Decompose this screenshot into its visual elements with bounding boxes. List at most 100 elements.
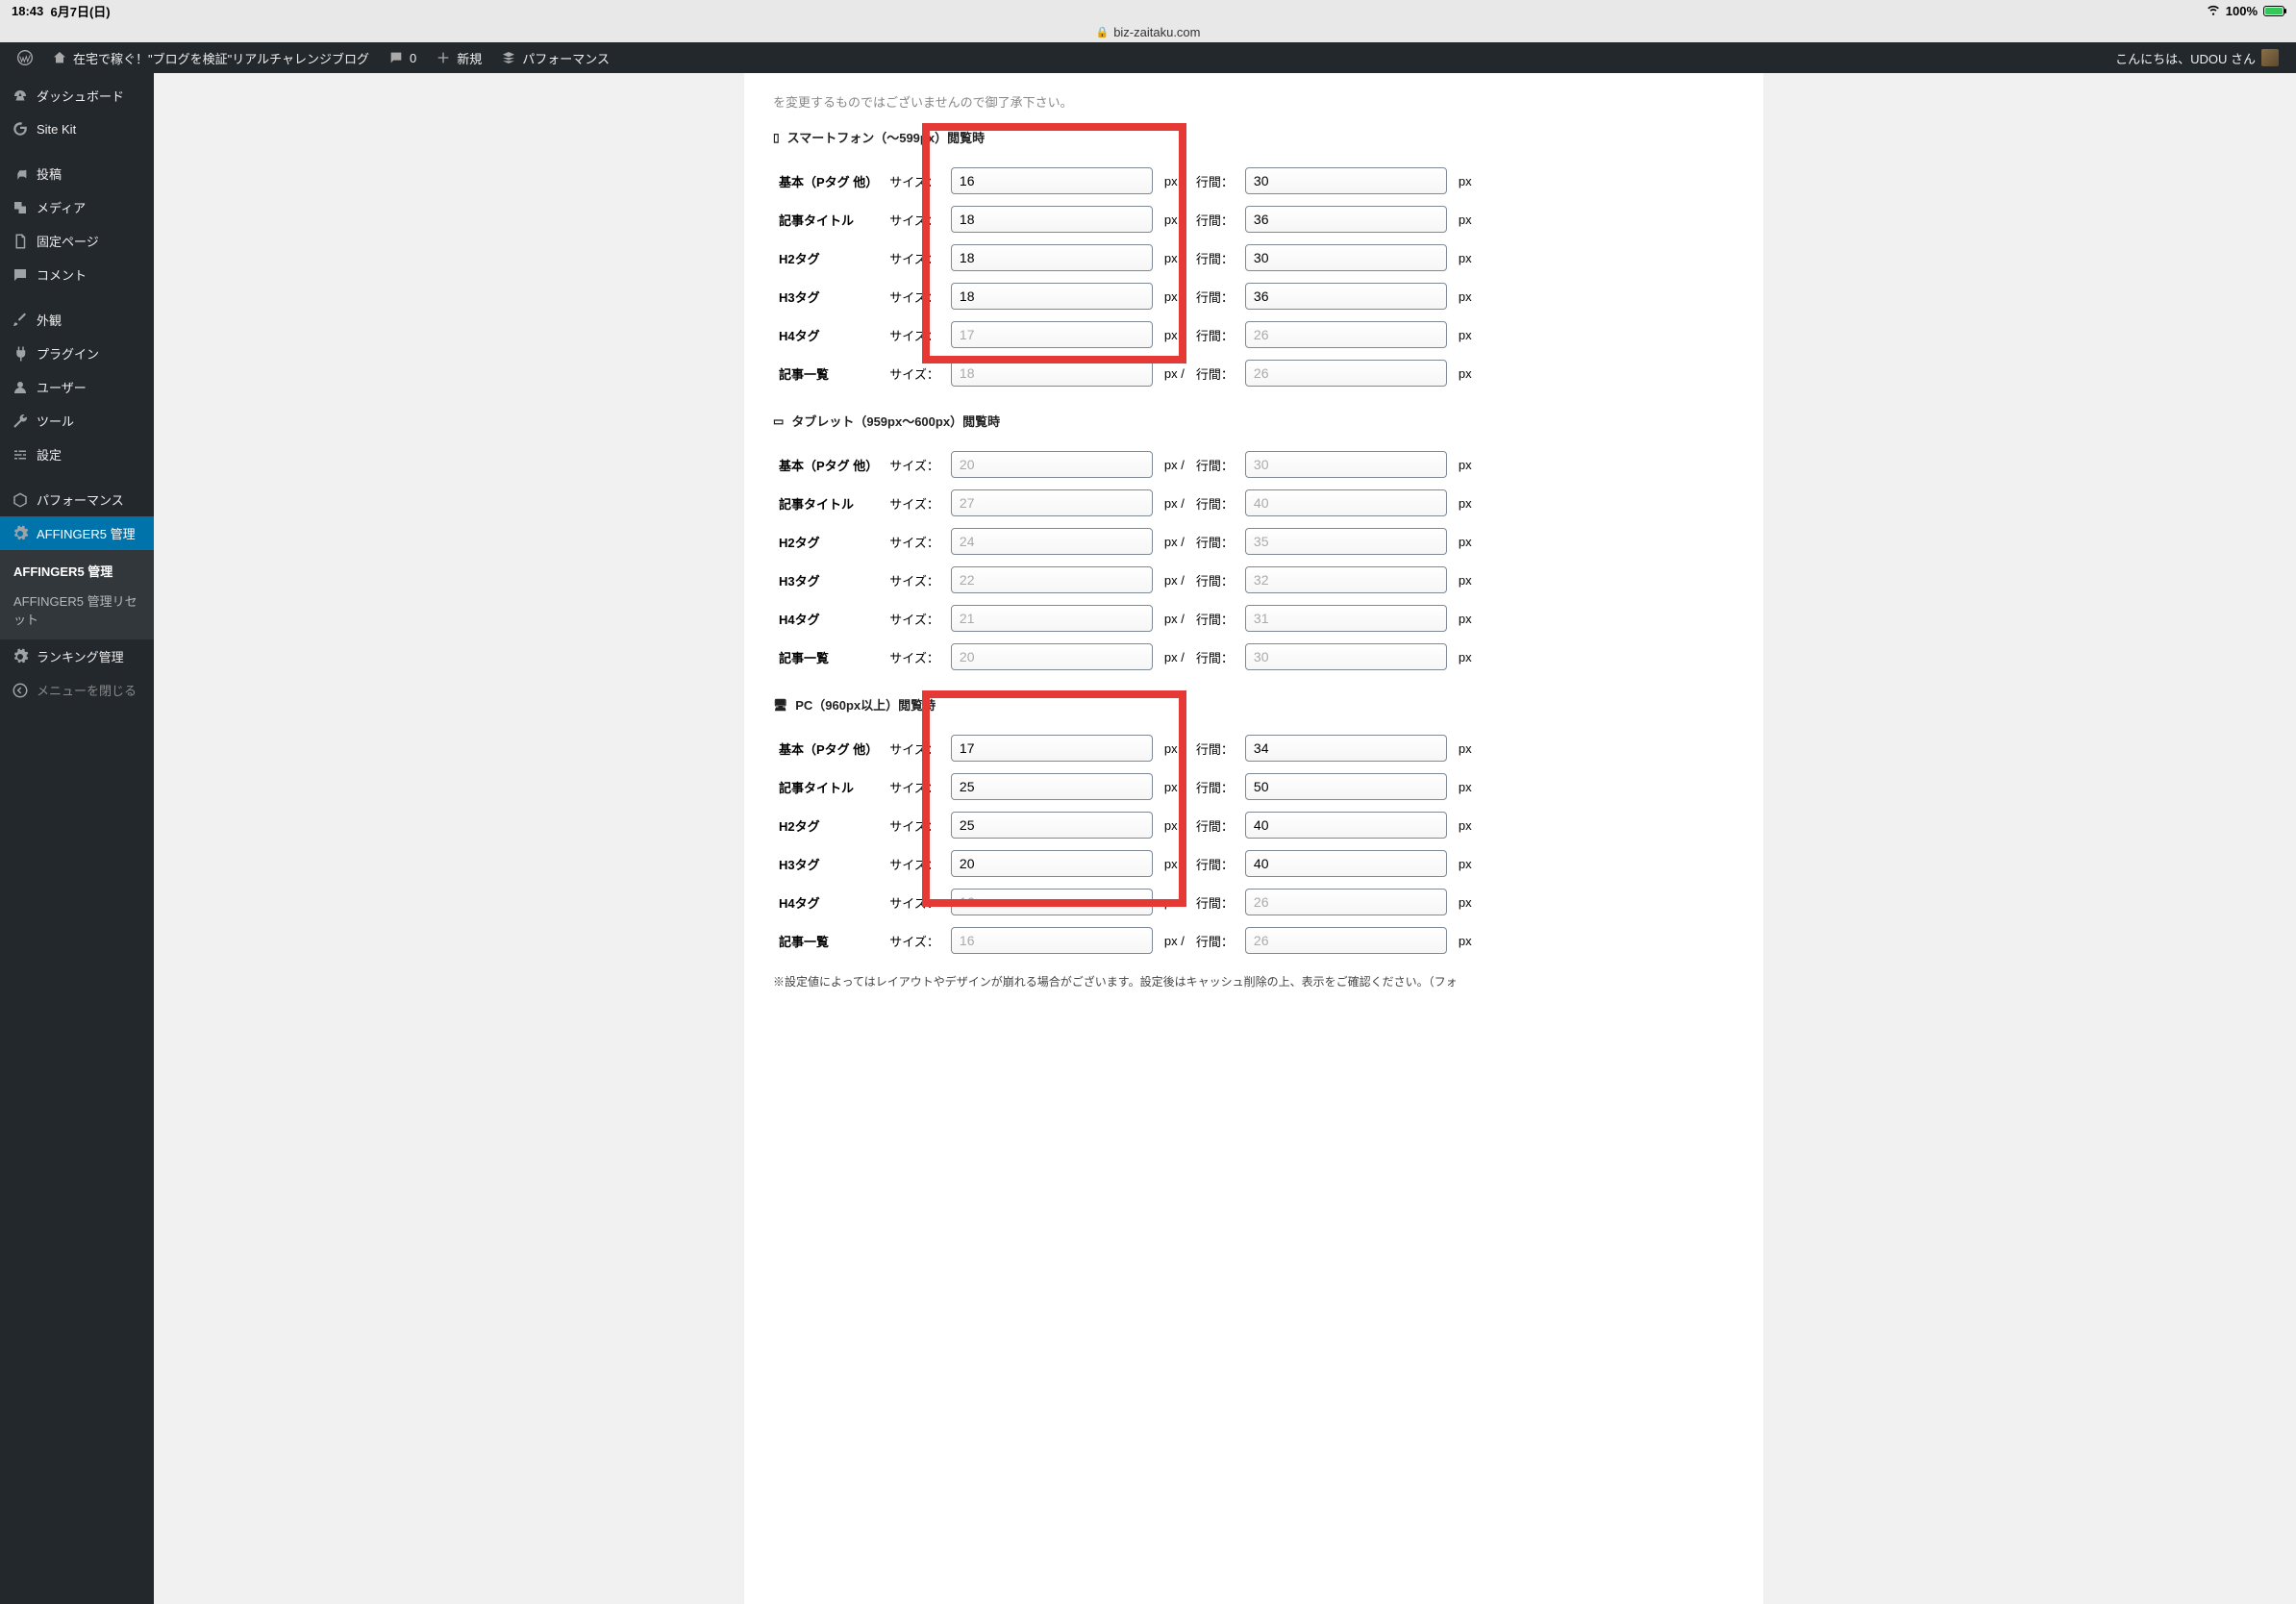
adminbar-comments[interactable]: 0 <box>379 42 426 73</box>
size-input[interactable] <box>951 451 1153 478</box>
menu-collapse[interactable]: メニューを閉じる <box>0 673 154 707</box>
size-input[interactable] <box>951 605 1153 632</box>
line-input[interactable] <box>1245 244 1447 271</box>
menu-ranking[interactable]: ランキング管理 <box>0 639 154 673</box>
px-unit: px / <box>1159 202 1190 237</box>
line-input[interactable] <box>1245 167 1447 194</box>
px-unit: px / <box>1159 447 1190 482</box>
px-unit: px <box>1453 447 1478 482</box>
px-unit: px / <box>1159 563 1190 597</box>
media-icon <box>12 199 29 216</box>
menu-tools[interactable]: ツール <box>0 404 154 438</box>
user-icon <box>12 379 29 396</box>
line-input[interactable] <box>1245 489 1447 516</box>
table-smartphone: 基本（Pタグ 他）サイズ：px /行間：px記事タイトルサイズ：px /行間：p… <box>773 160 1478 394</box>
menu-performance[interactable]: パフォーマンス <box>0 483 154 516</box>
line-input[interactable] <box>1245 735 1447 762</box>
px-unit: px / <box>1159 731 1190 765</box>
px-unit: px <box>1453 923 1478 958</box>
size-input[interactable] <box>951 244 1153 271</box>
line-label: 行間： <box>1190 202 1239 237</box>
line-input[interactable] <box>1245 850 1447 877</box>
size-input[interactable] <box>951 566 1153 593</box>
submenu-affinger-main[interactable]: AFFINGER5 管理 <box>0 556 154 586</box>
size-row: 基本（Pタグ 他）サイズ：px /行間：px <box>773 447 1478 482</box>
size-input[interactable] <box>951 167 1153 194</box>
size-input[interactable] <box>951 850 1153 877</box>
submenu-affinger-reset[interactable]: AFFINGER5 管理リセット <box>0 586 154 634</box>
site-home[interactable]: 在宅で稼ぐ！"ブログを検証"リアルチャレンジブログ <box>42 42 379 73</box>
size-row: 記事一覧サイズ：px /行間：px <box>773 639 1478 674</box>
avatar <box>2261 49 2279 66</box>
gauge-icon <box>12 88 29 105</box>
px-unit: px <box>1453 846 1478 881</box>
line-input[interactable] <box>1245 889 1447 915</box>
pages-icon <box>12 233 29 250</box>
line-input[interactable] <box>1245 773 1447 800</box>
px-unit: px <box>1453 279 1478 313</box>
url-text: biz-zaitaku.com <box>1113 25 1200 39</box>
px-unit: px / <box>1159 317 1190 352</box>
size-input[interactable] <box>951 643 1153 670</box>
line-input[interactable] <box>1245 812 1447 839</box>
size-input[interactable] <box>951 360 1153 387</box>
size-row: H2タグサイズ：px /行間：px <box>773 808 1478 842</box>
plug-icon <box>12 345 29 363</box>
adminbar-performance[interactable]: パフォーマンス <box>491 42 619 73</box>
line-input[interactable] <box>1245 206 1447 233</box>
menu-users[interactable]: ユーザー <box>0 370 154 404</box>
size-input[interactable] <box>951 773 1153 800</box>
size-input[interactable] <box>951 812 1153 839</box>
size-input[interactable] <box>951 927 1153 954</box>
line-input[interactable] <box>1245 360 1447 387</box>
line-input[interactable] <box>1245 321 1447 348</box>
adminbar-user[interactable]: こんにちは、UDOU さん <box>2106 49 2288 67</box>
size-input[interactable] <box>951 283 1153 310</box>
size-row: 記事タイトルサイズ：px /行間：px <box>773 769 1478 804</box>
line-input[interactable] <box>1245 451 1447 478</box>
size-row: 記事一覧サイズ：px /行間：px <box>773 356 1478 390</box>
size-input[interactable] <box>951 206 1153 233</box>
menu-pages[interactable]: 固定ページ <box>0 224 154 258</box>
line-input[interactable] <box>1245 566 1447 593</box>
px-unit: px / <box>1159 808 1190 842</box>
px-unit: px <box>1453 885 1478 919</box>
menu-media[interactable]: メディア <box>0 190 154 224</box>
size-input[interactable] <box>951 489 1153 516</box>
size-input[interactable] <box>951 889 1153 915</box>
menu-plugins[interactable]: プラグイン <box>0 337 154 370</box>
size-input[interactable] <box>951 528 1153 555</box>
line-label: 行間： <box>1190 356 1239 390</box>
menu-label: 外観 <box>37 311 62 329</box>
menu-posts[interactable]: 投稿 <box>0 157 154 190</box>
line-input[interactable] <box>1245 283 1447 310</box>
battery-icon <box>2263 6 2284 16</box>
site-title: 在宅で稼ぐ！"ブログを検証"リアルチャレンジブログ <box>73 49 369 67</box>
size-row: H3タグサイズ：px /行間：px <box>773 846 1478 881</box>
line-input[interactable] <box>1245 528 1447 555</box>
line-input[interactable] <box>1245 605 1447 632</box>
adminbar-new[interactable]: 新規 <box>426 42 491 73</box>
menu-dashboard[interactable]: ダッシュボード <box>0 79 154 113</box>
wp-logo[interactable] <box>8 42 42 73</box>
line-input[interactable] <box>1245 643 1447 670</box>
row-label: H2タグ <box>773 808 884 842</box>
menu-label: プラグイン <box>37 344 99 363</box>
menu-appearance[interactable]: 外観 <box>0 303 154 337</box>
row-label: H3タグ <box>773 846 884 881</box>
performance-label: パフォーマンス <box>522 49 610 67</box>
size-label: サイズ： <box>884 885 945 919</box>
menu-label: 固定ページ <box>37 232 99 250</box>
row-label: H4タグ <box>773 601 884 636</box>
line-label: 行間： <box>1190 846 1239 881</box>
url-bar[interactable]: 🔒 biz-zaitaku.com <box>0 21 2296 42</box>
menu-label: Site Kit <box>37 122 76 137</box>
row-label: H2タグ <box>773 240 884 275</box>
size-input[interactable] <box>951 735 1153 762</box>
menu-affinger5[interactable]: AFFINGER5 管理 <box>0 516 154 550</box>
line-input[interactable] <box>1245 927 1447 954</box>
menu-comments[interactable]: コメント <box>0 258 154 291</box>
size-input[interactable] <box>951 321 1153 348</box>
menu-sitekit[interactable]: Site Kit <box>0 113 154 145</box>
menu-settings[interactable]: 設定 <box>0 438 154 471</box>
